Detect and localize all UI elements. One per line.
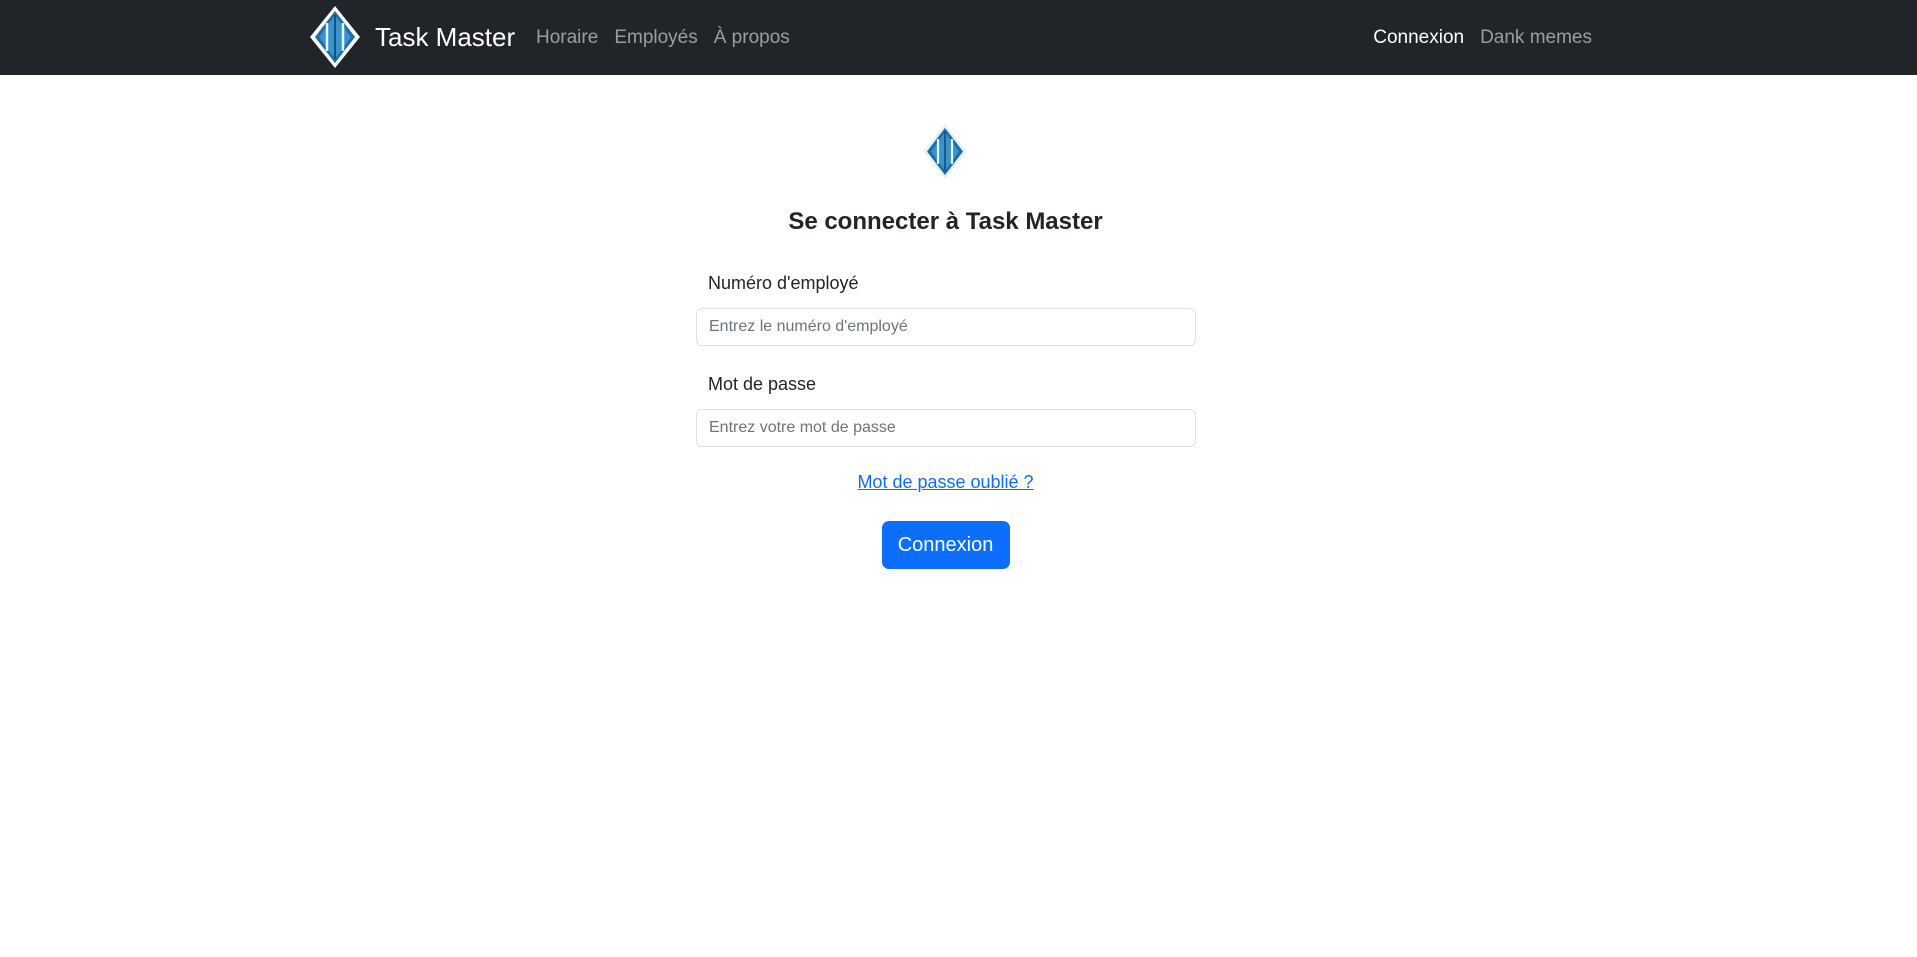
password-label: Mot de passe [708,374,817,394]
top-navbar: Task Master Horaire Employés À propos Co… [0,0,1917,75]
navbar-container: Task Master Horaire Employés À propos Co… [308,0,1600,75]
login-heading: Se connecter à Task Master [788,208,1103,235]
nav-link-a-propos[interactable]: À propos [706,27,798,49]
nav-link-connexion[interactable]: Connexion [1365,27,1472,49]
employee-number-group: Numéro d'employé [696,269,1196,346]
nav-link-horaire[interactable]: Horaire [528,27,606,49]
navbar-brand[interactable]: Task Master [308,5,515,69]
employee-number-label: Numéro d'employé [708,273,859,293]
nav-link-dank-memes[interactable]: Dank memes [1472,27,1600,49]
nav-link-employes[interactable]: Employés [606,27,705,49]
nav-main-links: Horaire Employés À propos [528,0,798,75]
forgot-password-wrap: Mot de passe oublié ? [0,472,1891,493]
password-group: Mot de passe [696,370,1196,447]
nav-user-links: Connexion Dank memes [1365,0,1600,75]
employee-number-input[interactable] [696,308,1196,346]
login-form: Numéro d'employé Mot de passe [696,269,1196,447]
forgot-password-link[interactable]: Mot de passe oublié ? [857,472,1033,492]
password-input[interactable] [696,409,1196,447]
brand-title: Task Master [375,21,516,52]
diamond-logo-icon [310,6,360,68]
diamond-logo-icon [923,124,967,179]
login-submit-button[interactable]: Connexion [881,521,1010,569]
submit-wrap: Connexion [0,521,1891,569]
